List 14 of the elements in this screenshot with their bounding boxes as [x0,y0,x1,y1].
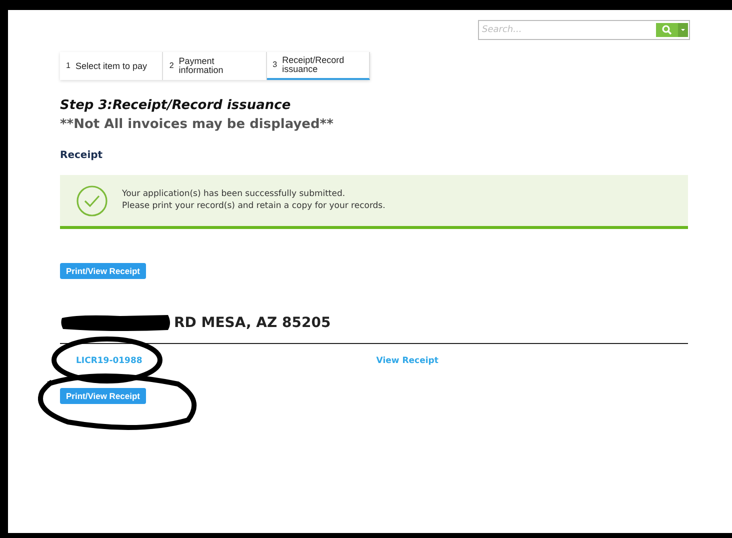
search-icon [662,25,672,35]
section-title: Receipt [60,150,104,161]
success-message: Your application(s) has been successfully submitted. Please print your record(s) and retain a copy for your records. [122,188,386,212]
address-text: RD MESA, AZ 85205 [174,315,331,331]
step-title: Step 3:Receipt/Record issuance [60,98,292,113]
print-receipt-button[interactable]: Print/View Receipt [60,263,146,279]
step-tab[interactable]: 1 Select item to pay [60,52,164,80]
check-circle-icon [76,184,108,216]
notice-text: **Not All invoices may be displayed** [60,117,334,132]
print-receipt-button[interactable]: Print/View Receipt [60,388,146,404]
caret-icon[interactable] [678,23,688,37]
view-receipt-link[interactable]: View Receipt [376,356,438,366]
search-button[interactable] [656,23,678,37]
record-link[interactable]: LICR19-01988 [76,356,142,366]
